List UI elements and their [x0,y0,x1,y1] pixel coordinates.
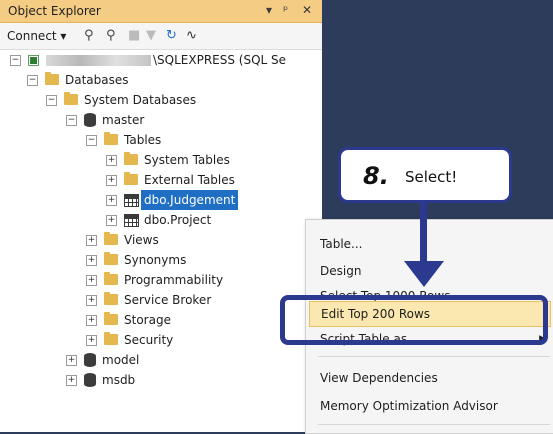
expand-icon[interactable]: + [86,295,97,306]
folder-icon [45,72,59,85]
folder-icon [104,332,118,345]
menu-item-table[interactable]: Table... [306,232,553,256]
node-label: Service Broker [124,293,212,307]
node-label: Storage [124,313,171,327]
folder-icon [104,252,118,265]
menu-item-memory-optimization-advisor[interactable]: Memory Optimization Advisor [306,394,553,418]
expand-icon[interactable]: + [106,215,117,226]
node-label: Security [124,333,174,347]
connect-button[interactable]: Connect ▾ [7,29,66,43]
expand-icon[interactable]: + [106,195,117,206]
expand-icon[interactable]: + [106,155,117,166]
node-label: dbo.Project [144,213,212,227]
down-arrow-icon [404,261,444,287]
object-explorer-panel: Object Explorer ▾ ᵖ ✕ Connect ▾ ⚲ ⚲ ■ ▼ … [0,0,322,432]
folder-icon [64,92,78,105]
folder-icon [124,152,138,165]
folder-icon [104,232,118,245]
expand-icon[interactable]: + [86,315,97,326]
node-label: msdb [102,373,136,387]
expand-icon[interactable]: + [86,255,97,266]
collapse-icon[interactable]: − [46,95,57,106]
table-icon [124,194,139,207]
disconnect-icon[interactable]: ⚲ [106,28,116,43]
filter-icon[interactable]: ▼ [146,28,156,43]
node-label: Synonyms [124,253,187,267]
database-icon [84,113,96,127]
activity-monitor-icon[interactable]: ∿ [186,28,197,43]
expand-icon[interactable]: + [86,275,97,286]
pin-icon[interactable]: ᵖ [283,3,288,17]
collapse-icon[interactable]: − [10,55,21,66]
folder-icon [104,292,118,305]
node-label: Programmability [124,273,224,287]
close-icon[interactable]: ✕ [302,3,312,17]
node-label: Tables [124,133,162,147]
collapse-icon[interactable]: − [27,75,38,86]
expand-icon[interactable]: + [86,235,97,246]
step-text: Select! [405,168,458,186]
node-label: External Tables [144,173,235,187]
explorer-toolbar: Connect ▾ ⚲ ⚲ ■ ▼ ↻ ∿ [0,23,322,50]
node-label-selected: dbo.Judgement [141,190,239,210]
step-number: 8. [363,162,389,190]
expand-icon[interactable]: + [86,335,97,346]
expand-icon[interactable]: + [66,355,77,366]
tree-node-server[interactable]: − ▣ \SQLEXPRESS (SQL Se [0,50,322,70]
menu-separator [318,356,550,357]
connect-icon[interactable]: ⚲ [84,28,94,43]
node-label: System Tables [144,153,230,167]
database-icon [84,353,96,367]
node-label: Views [124,233,159,247]
server-icon: ▣ [27,52,41,68]
dropdown-icon[interactable]: ▾ [266,3,272,17]
node-label: Databases [65,73,129,87]
refresh-icon[interactable]: ↻ [166,28,177,43]
menu-separator [318,424,550,425]
server-name-redacted [46,55,151,66]
server-label: \SQLEXPRESS (SQL Se [153,53,287,67]
node-label: System Databases [84,93,197,107]
expand-icon[interactable]: + [106,175,117,186]
instruction-callout: 8. Select! [338,147,512,203]
panel-title: Object Explorer [8,4,101,18]
folder-icon [124,172,138,185]
expand-icon[interactable]: + [66,375,77,386]
collapse-icon[interactable]: − [86,135,97,146]
table-icon [124,214,139,227]
node-label: model [102,353,140,367]
stop-icon[interactable]: ■ [128,28,140,43]
arrow-shaft [420,203,427,263]
collapse-icon[interactable]: − [66,115,77,126]
highlight-frame [280,295,548,345]
object-explorer-titlebar: Object Explorer ▾ ᵖ ✕ [0,0,322,23]
folder-icon [104,272,118,285]
node-label: master [102,113,145,127]
database-icon [84,373,96,387]
menu-item-view-dependencies[interactable]: View Dependencies [306,366,553,390]
folder-icon [104,132,118,145]
folder-icon [104,312,118,325]
